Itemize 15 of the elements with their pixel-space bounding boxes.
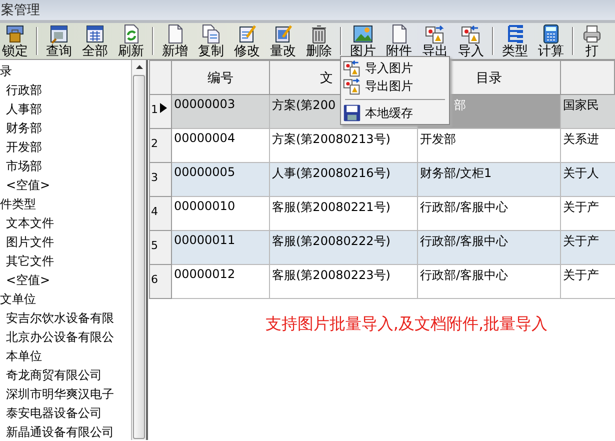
window-title: 案管理	[1, 2, 40, 19]
table-cell: 行政部/客服中心	[418, 230, 560, 264]
table-cell: 00000012	[172, 264, 270, 298]
table-cell: 00000011	[172, 230, 270, 264]
table-cell: 行政部/客服中心	[418, 264, 560, 298]
table-cell: 关于人	[560, 162, 614, 196]
table-cell: 人事(第20080216号)	[270, 162, 418, 196]
table-cell: 00000005	[172, 162, 270, 196]
table-cell: 客服(第20080222号)	[270, 230, 418, 264]
table-cell: 00000003	[172, 94, 270, 128]
caption-text: 支持图片批量导入,及文档附件,批量导入	[264, 314, 549, 335]
table-cell: 财务部/文柜1	[418, 162, 560, 196]
table-cell: 国家民	[560, 94, 614, 128]
table-cell: 客服(第20080223号)	[270, 264, 418, 298]
table-cell: 关于产	[560, 230, 614, 264]
